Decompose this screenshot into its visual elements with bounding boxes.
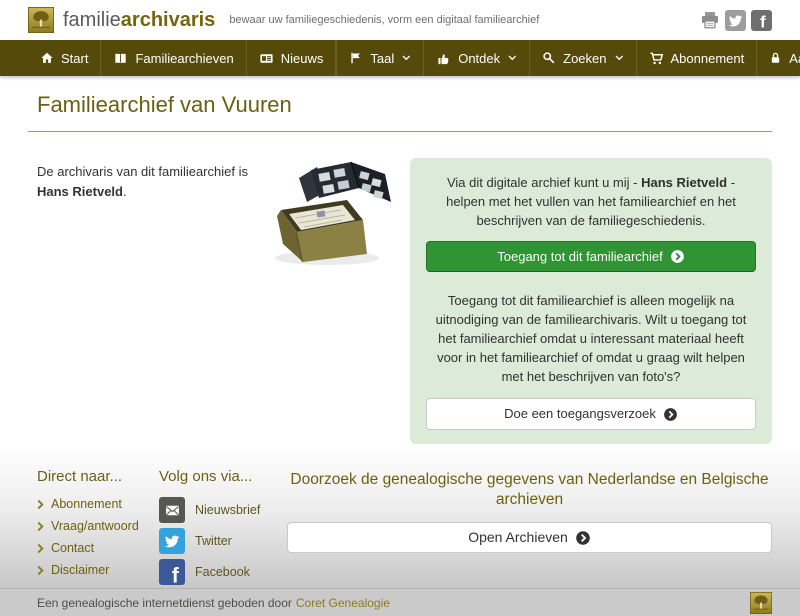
chevron-down-icon — [402, 55, 411, 61]
nav-label: Zoeken — [563, 50, 607, 66]
credit-text: Een genealogische internetdienst geboden… — [37, 595, 292, 610]
button-label: Toegang tot dit familiearchief — [497, 248, 663, 264]
nav-label: Nieuws — [280, 50, 324, 66]
footer-link-twitter[interactable]: Twitter — [159, 528, 287, 554]
footer-link-label: Nieuwsbrief — [195, 503, 261, 517]
nav-item-familiearchieven[interactable]: Familiearchieven — [101, 40, 247, 76]
main-nav: Start Familiearchieven Nieuws Taal Ontde… — [0, 40, 800, 76]
chevron-right-icon — [37, 521, 44, 531]
footer-link-label: Abonnement — [51, 497, 122, 511]
nav-label: Taal — [370, 50, 395, 66]
nav-label: Aanmelden — [789, 50, 800, 66]
chevron-down-icon — [614, 55, 623, 61]
button-label: Open Archieven — [468, 529, 568, 546]
nav-left-group: Start Familiearchieven Nieuws — [28, 40, 337, 76]
top-header: familiearchivaris bewaar uw familiegesch… — [0, 0, 800, 40]
panel-intro-text: Via dit digitale archief kunt u mij - Ha… — [426, 174, 756, 231]
tree-logo-icon[interactable] — [28, 7, 54, 33]
book-icon — [115, 53, 127, 63]
nav-label: Start — [61, 50, 89, 66]
nav-label: Familiearchieven — [135, 50, 234, 66]
newsletter-icon — [159, 497, 185, 523]
intro-period: . — [122, 184, 127, 200]
language-icon — [351, 52, 361, 64]
svg-text:f: f — [760, 12, 766, 30]
direct-heading: Direct naar... — [37, 468, 123, 485]
access-request-button[interactable]: Doe een toegangsverzoek — [426, 398, 756, 430]
nav-item-start[interactable]: Start — [28, 40, 102, 76]
chevron-right-icon — [37, 499, 44, 509]
footer-link-abonnement[interactable]: Abonnement — [37, 497, 159, 511]
main-content: Familiearchief van Vuuren De archivaris … — [0, 92, 800, 446]
printer-icon[interactable] — [699, 10, 720, 31]
brand-name[interactable]: familiearchivaris — [63, 9, 215, 32]
twitter-icon — [159, 528, 185, 554]
footer-link-label: Twitter — [195, 534, 232, 548]
footer-link-label: Disclaimer — [51, 563, 110, 577]
credit-bar: Een genealogische internetdienst geboden… — [0, 588, 800, 616]
archivist-intro: De archivaris van dit familiearchief is … — [37, 162, 249, 444]
brand-tagline: bewaar uw familiegeschiedenis, vorm een … — [229, 14, 540, 26]
archivist-name: Hans Rietveld — [37, 184, 123, 200]
nav-item-abonnement[interactable]: Abonnement — [635, 40, 757, 76]
archivist-name: Hans Rietveld — [641, 175, 728, 190]
footer-link-nieuwsbrief[interactable]: Nieuwsbrief — [159, 497, 287, 523]
footer-link-contact[interactable]: Contact — [37, 541, 159, 555]
arrow-circle-right-icon — [670, 249, 684, 263]
nav-label: Ontdek — [458, 50, 501, 66]
photo-box-image — [275, 161, 391, 265]
nav-item-ontdek[interactable]: Ontdek — [423, 40, 529, 76]
lock-icon — [772, 52, 780, 63]
arrow-circle-right-icon — [664, 407, 677, 421]
access-archive-button[interactable]: Toegang tot dit familiearchief — [426, 240, 756, 273]
footer-link-label: Facebook — [195, 565, 250, 579]
nav-item-nieuws[interactable]: Nieuws — [247, 40, 337, 76]
twitter-icon[interactable] — [725, 9, 746, 31]
cart-icon — [649, 52, 663, 64]
arrow-circle-right-icon — [576, 530, 590, 545]
button-label: Doe een toegangsverzoek — [504, 406, 656, 422]
footer-follow-column: Volg ons via... Nieuwsbrief Twitter f Fa… — [159, 468, 287, 590]
brand-regular: familie — [63, 8, 121, 31]
footer-search-column: Doorzoek de genealogische gegevens van N… — [287, 468, 772, 590]
nav-right-group: Taal Ontdek Zoeken Abonnement Aanmelden — [336, 40, 800, 76]
footer-link-label: Contact — [51, 541, 95, 555]
brand-bold: archivaris — [120, 8, 216, 31]
footer-link-vraag-antwoord[interactable]: Vraag/antwoord — [37, 519, 159, 533]
home-icon — [41, 52, 53, 63]
footer-link-facebook[interactable]: f Facebook — [159, 559, 287, 585]
intro-text: De archivaris van dit familiearchief is — [37, 164, 248, 179]
nav-label: Abonnement — [670, 50, 745, 66]
access-panel: Via dit digitale archief kunt u mij - Ha… — [410, 158, 772, 444]
coret-genealogie-link[interactable]: Coret Genealogie — [296, 596, 390, 610]
page-title: Familiearchief van Vuuren — [37, 92, 292, 117]
nav-item-taal[interactable]: Taal — [336, 40, 423, 76]
news-icon — [260, 53, 273, 63]
follow-heading: Volg ons via... — [159, 468, 253, 485]
open-archives-heading: Doorzoek de genealogische gegevens van N… — [290, 471, 769, 509]
panel-info-text: Toegang tot dit familiearchief is alleen… — [435, 293, 747, 384]
title-divider — [28, 131, 772, 132]
chevron-right-icon — [37, 565, 44, 575]
nav-item-aanmelden[interactable]: Aanmelden — [756, 40, 800, 76]
chevron-down-icon — [508, 55, 517, 61]
hand-icon — [438, 53, 449, 64]
footer: Direct naar... Abonnement Vraag/antwoord… — [0, 446, 800, 616]
nav-item-zoeken[interactable]: Zoeken — [529, 40, 635, 76]
chevron-right-icon — [37, 543, 44, 553]
search-icon — [543, 52, 555, 64]
svg-text:f: f — [172, 565, 180, 585]
coret-tree-logo-icon[interactable] — [750, 591, 772, 614]
footer-link-disclaimer[interactable]: Disclaimer — [37, 563, 159, 577]
header-icons: f — [699, 9, 772, 31]
facebook-icon: f — [159, 559, 185, 585]
panel-text: Via dit digitale archief kunt u mij - — [446, 175, 642, 190]
footer-direct-column: Direct naar... Abonnement Vraag/antwoord… — [37, 468, 159, 590]
footer-link-label: Vraag/antwoord — [51, 519, 139, 533]
facebook-icon[interactable]: f — [751, 9, 772, 31]
open-archives-button[interactable]: Open Archieven — [287, 522, 772, 554]
